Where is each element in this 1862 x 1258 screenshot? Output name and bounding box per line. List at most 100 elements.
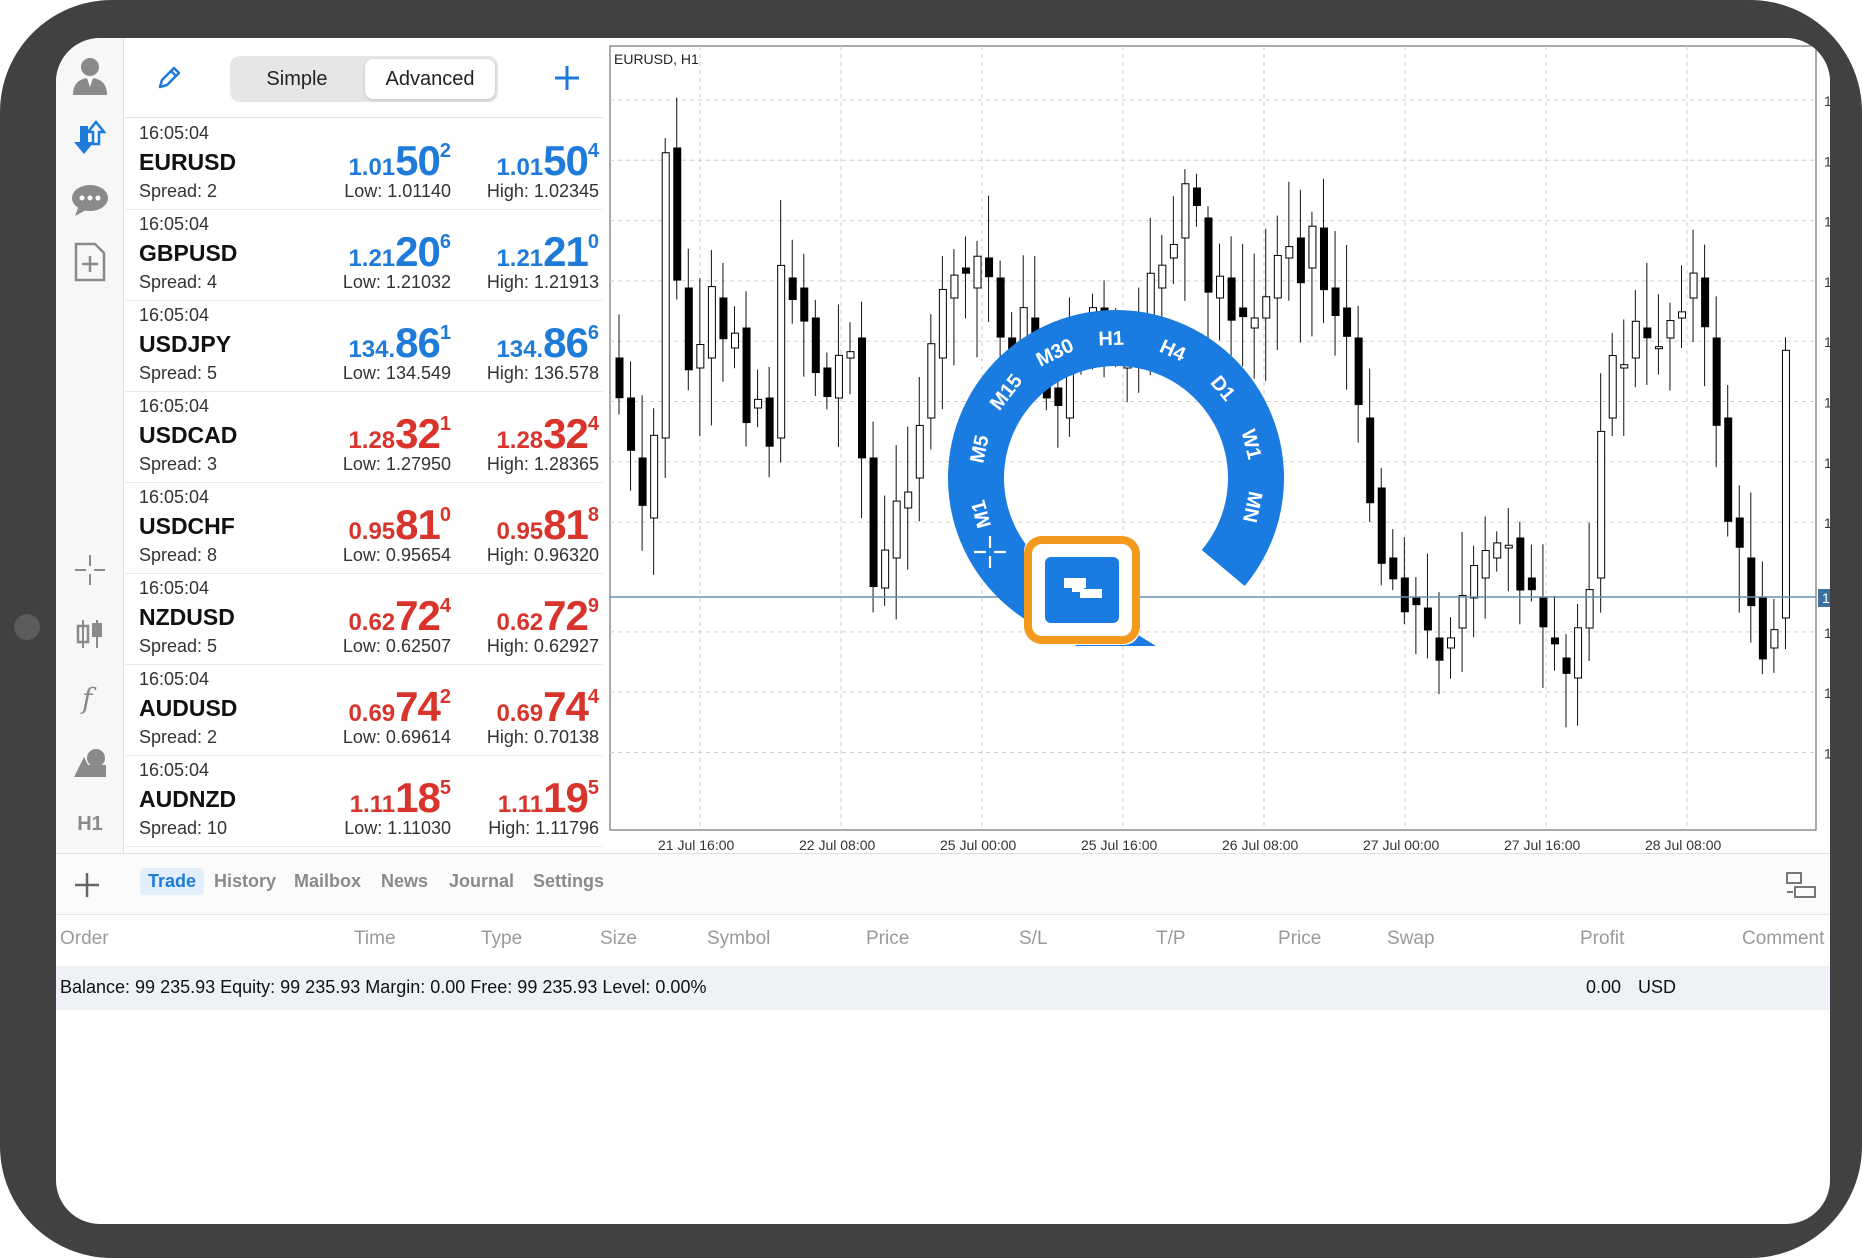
- bid-price-fraction: 5: [439, 777, 451, 799]
- advanced-mode-button[interactable]: Advanced: [365, 59, 495, 99]
- wheel-objects-icon[interactable]: [1045, 557, 1119, 623]
- objects-icon[interactable]: [66, 738, 114, 786]
- account-icon[interactable]: [66, 52, 114, 100]
- price-chart[interactable]: 1.02670 1.02525 1.02380 1.02235 1.02090 1.019…: [604, 38, 1830, 853]
- candle-body: [1539, 597, 1548, 628]
- ask-price[interactable]: 1.21210: [496, 228, 599, 276]
- tab-mailbox[interactable]: Mailbox: [294, 871, 361, 892]
- quote-symbol: USDCAD: [139, 422, 238, 448]
- quote-high: High: 1.28365: [486, 454, 599, 474]
- tab-news[interactable]: News: [381, 871, 428, 892]
- ask-price-prefix: 134.: [496, 336, 544, 363]
- candle-body: [1493, 542, 1502, 559]
- ask-price[interactable]: 134.866: [496, 319, 599, 367]
- candle-body: [777, 264, 786, 439]
- home-button[interactable]: [14, 614, 40, 640]
- trade-arrows-icon[interactable]: [66, 114, 114, 162]
- plus-icon: [75, 873, 99, 897]
- bid-price[interactable]: 0.69742: [348, 683, 451, 731]
- candle-body: [1273, 254, 1282, 299]
- ask-price-pips: 19: [543, 774, 589, 821]
- quote-symbol: AUDNZD: [139, 786, 237, 812]
- quote-row-usdchf[interactable]: 16:05:04 USDCHF Spread: 8 0.95810 0.95818 Low…: [125, 483, 603, 574]
- add-document-icon[interactable]: [66, 238, 114, 286]
- candle-body: [1204, 217, 1213, 293]
- time-axis-label: 26 Jul 08:00: [1222, 837, 1298, 853]
- function-icon[interactable]: f: [66, 674, 114, 722]
- candle-body: [1678, 311, 1687, 319]
- candle-body: [1423, 607, 1432, 631]
- quote-row-nzdusd[interactable]: 16:05:04 NZDUSD Spread: 5 0.62724 0.62729 Low…: [125, 574, 603, 665]
- column-tp: T/P: [1156, 928, 1186, 949]
- quote-row-eurusd[interactable]: 16:05:04 EURUSD Spread: 2 1.01502 1.01504 Low…: [125, 119, 603, 210]
- simple-mode-button[interactable]: Simple: [233, 59, 361, 99]
- chart-area[interactable]: 1.02670 1.02525 1.02380 1.02235 1.02090 1.019…: [604, 38, 1830, 853]
- plus-icon: [555, 66, 579, 90]
- quote-row-usdjpy[interactable]: 16:05:04 USDJPY Spread: 5 134.861 134.866 Low…: [125, 301, 603, 392]
- candle-body: [1262, 296, 1271, 319]
- candle-body: [1447, 637, 1456, 649]
- candle-icon[interactable]: [66, 610, 114, 658]
- chat-icon[interactable]: [66, 176, 114, 224]
- column-close-price: Price: [1278, 928, 1322, 949]
- column-swap: Swap: [1387, 928, 1435, 949]
- candle-body: [1481, 550, 1490, 579]
- bid-price[interactable]: 1.21206: [348, 228, 451, 276]
- timeframe-label[interactable]: H1: [66, 800, 114, 848]
- ask-price[interactable]: 1.01504: [496, 137, 599, 185]
- candle-body: [673, 147, 682, 281]
- ask-price-fraction: 4: [587, 686, 599, 708]
- bid-price-prefix: 0.69: [348, 700, 396, 727]
- ask-price[interactable]: 1.28324: [496, 410, 599, 458]
- layout-icon[interactable]: [1782, 866, 1820, 904]
- tab-journal[interactable]: Journal: [449, 871, 514, 892]
- ask-price[interactable]: 0.95818: [496, 501, 599, 549]
- bid-price[interactable]: 1.01502: [348, 137, 451, 185]
- candle-body: [1389, 557, 1398, 580]
- candle-body: [904, 491, 913, 509]
- quote-row-gbpusd[interactable]: 16:05:04 GBPUSD Spread: 4 1.21206 1.21210 Low…: [125, 210, 603, 301]
- ask-price[interactable]: 1.11195: [498, 774, 599, 822]
- candle-body: [1331, 287, 1340, 317]
- crosshair-icon[interactable]: [66, 546, 114, 594]
- candle-body: [1574, 627, 1583, 679]
- candle-body: [1585, 589, 1594, 629]
- bid-price-prefix: 0.62: [348, 609, 396, 636]
- bid-price[interactable]: 0.62724: [348, 592, 451, 640]
- bid-price[interactable]: 134.861: [348, 319, 451, 367]
- quote-spread: Spread: 5: [139, 636, 218, 656]
- bid-price-fraction: 2: [439, 686, 451, 708]
- quote-time: 16:05:04: [139, 487, 210, 507]
- quotes-panel: Simple Advanced 16:05:04 EURUSD Spread: 2 1…: [125, 38, 603, 853]
- ask-price[interactable]: 0.62729: [496, 592, 599, 640]
- candle-body: [1158, 264, 1167, 289]
- candle-body: [1562, 657, 1571, 674]
- quote-row-usdcad[interactable]: 16:05:04 USDCAD Spread: 3 1.28321 1.28324 Low…: [125, 392, 603, 483]
- edit-button[interactable]: [149, 58, 189, 98]
- ask-price-fraction: 4: [587, 413, 599, 435]
- bid-price[interactable]: 0.95810: [348, 501, 451, 549]
- time-axis-label: 27 Jul 00:00: [1363, 837, 1439, 853]
- candle-body: [1712, 337, 1721, 426]
- tab-history[interactable]: History: [214, 871, 276, 892]
- ask-price[interactable]: 0.69744: [496, 683, 599, 731]
- candle-body: [765, 397, 774, 447]
- tab-trade[interactable]: Trade: [140, 868, 205, 895]
- tab-settings[interactable]: Settings: [533, 871, 604, 892]
- add-symbol-button[interactable]: [547, 58, 587, 98]
- price-axis-label: 1.01655: [1824, 515, 1830, 531]
- candle-body: [1735, 517, 1744, 548]
- quote-row-audusd[interactable]: 16:05:04 AUDUSD Spread: 2 0.69742 0.69744 Low…: [125, 665, 603, 756]
- account-currency: USD: [1638, 977, 1677, 997]
- candle-body: [1631, 320, 1640, 359]
- quote-spread: Spread: 8: [139, 545, 218, 565]
- bid-price[interactable]: 1.28321: [348, 410, 451, 458]
- ask-price-pips: 50: [543, 137, 589, 184]
- ask-price-prefix: 1.28: [496, 427, 544, 454]
- toolbox-add-button[interactable]: [66, 864, 108, 906]
- bid-price[interactable]: 1.11185: [350, 774, 451, 822]
- svg-text:f: f: [80, 682, 97, 715]
- timeframe-h1[interactable]: H1: [1098, 328, 1124, 351]
- ask-price-pips: 21: [543, 228, 589, 275]
- quote-row-audnzd[interactable]: 16:05:04 AUDNZD Spread: 10 1.11185 1.11195 Lo…: [125, 756, 603, 847]
